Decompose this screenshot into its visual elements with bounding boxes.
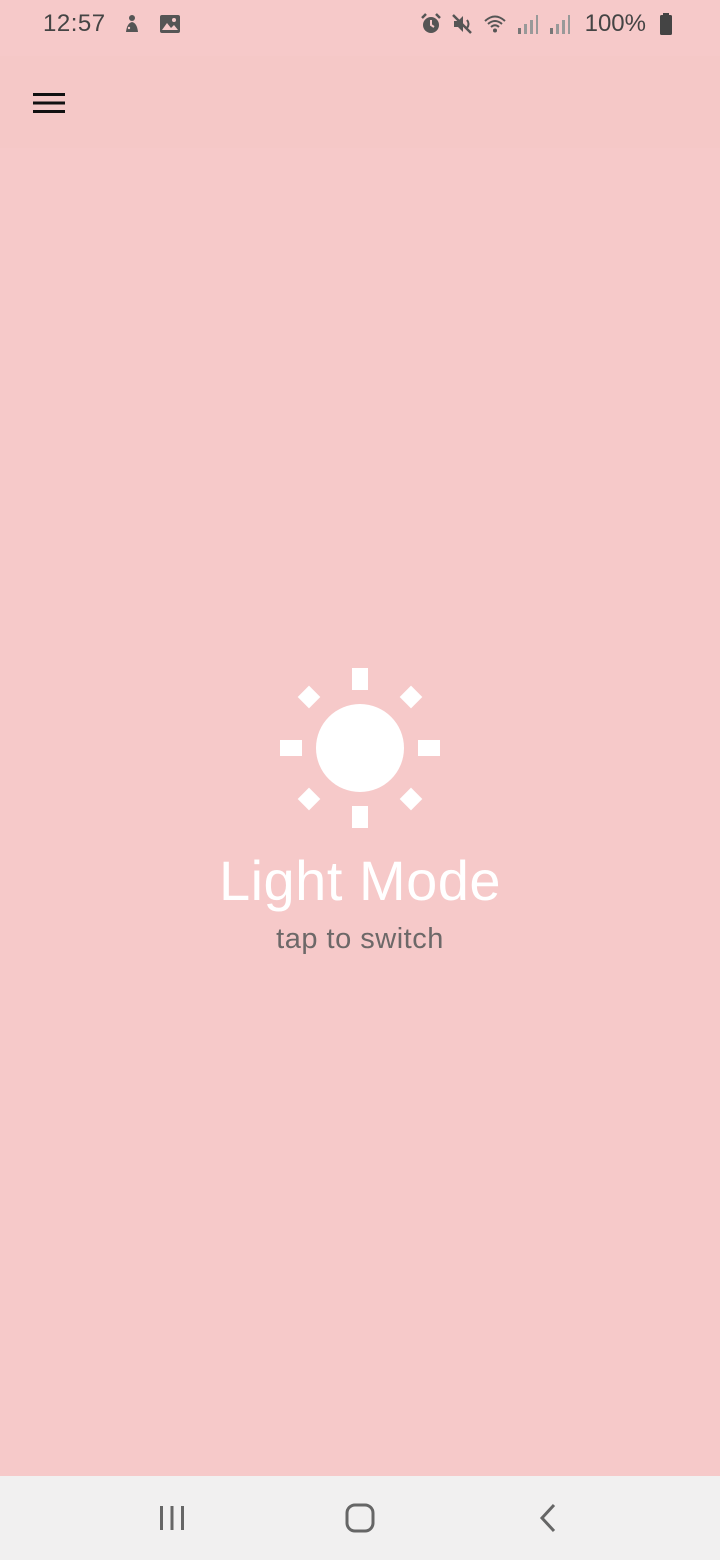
status-bar: 12:57 100% — [0, 0, 720, 56]
notification-figure-icon — [120, 12, 144, 36]
wifi-icon — [483, 12, 507, 36]
status-time: 12:57 — [43, 10, 106, 37]
home-button[interactable] — [338, 1496, 382, 1540]
recents-button[interactable] — [150, 1496, 194, 1540]
hamburger-menu-icon — [33, 93, 65, 113]
back-icon — [539, 1503, 556, 1533]
menu-button[interactable] — [22, 78, 76, 128]
signal-icon — [547, 12, 571, 36]
battery-percent: 100% — [584, 10, 646, 37]
mute-icon — [451, 12, 475, 36]
home-icon — [345, 1503, 375, 1533]
status-right: 100% — [419, 10, 678, 38]
app-bar — [0, 56, 720, 148]
mode-title: Light Mode — [218, 849, 502, 912]
gallery-icon — [158, 12, 182, 36]
back-button[interactable] — [526, 1496, 570, 1540]
status-left: 12:57 — [43, 10, 182, 38]
alarm-icon — [419, 12, 443, 36]
battery-icon — [654, 12, 678, 36]
sun-icon — [278, 666, 442, 830]
signal-icon — [515, 12, 539, 36]
mode-toggle-area[interactable]: Light Mode tap to switch — [0, 148, 720, 1476]
navigation-bar — [0, 1476, 720, 1560]
mode-hint: tap to switch — [276, 923, 444, 955]
recents-icon — [160, 1506, 184, 1530]
